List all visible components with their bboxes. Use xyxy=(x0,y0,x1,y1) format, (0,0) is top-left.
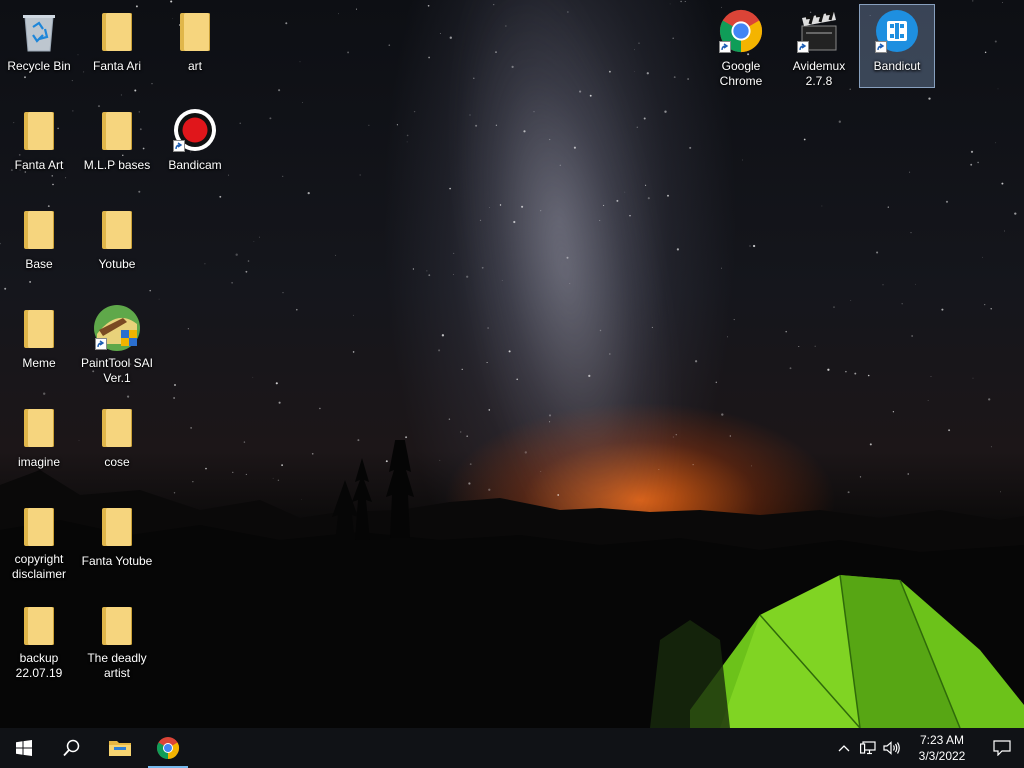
desktop-icon-label: Base xyxy=(25,257,53,271)
desktop-icon-label: Avidemux 2.7.8 xyxy=(792,59,846,88)
desktop-icon-copyright-disclaimer[interactable]: copyright disclaimer xyxy=(1,499,77,583)
desktop-icon-label: backup 22.07.19 xyxy=(15,651,63,680)
chrome-icon xyxy=(717,9,765,53)
desktop-icon-cose[interactable]: cose xyxy=(79,400,155,484)
search-button[interactable] xyxy=(48,728,96,768)
desktop-icon-label: The deadly artist xyxy=(87,651,147,680)
chrome-icon xyxy=(157,737,179,759)
folder-icon xyxy=(93,603,141,645)
avidemux-icon xyxy=(795,9,843,53)
shortcut-arrow-icon xyxy=(95,338,107,350)
desktop-icon-label: copyright disclaimer xyxy=(11,552,66,581)
desktop-icon-art[interactable]: art xyxy=(157,4,233,88)
folder-icon xyxy=(93,108,141,152)
desktop-icon-label: Google Chrome xyxy=(719,59,763,88)
show-hidden-icons-button[interactable] xyxy=(832,728,856,768)
taskbar-google-chrome[interactable] xyxy=(144,728,192,768)
folder-icon xyxy=(15,207,63,251)
shortcut-arrow-icon xyxy=(875,41,887,53)
taskbar-clock[interactable]: 7:23 AM 3/3/2022 xyxy=(904,732,980,764)
desktop-icon-imagine[interactable]: imagine xyxy=(1,400,77,484)
start-button[interactable] xyxy=(0,728,48,768)
taskbar-file-explorer[interactable] xyxy=(96,728,144,768)
network-icon xyxy=(860,741,876,755)
desktop-icon-label: Recycle Bin xyxy=(7,59,71,73)
system-tray: 7:23 AM 3/3/2022 xyxy=(832,728,1024,768)
desktop-icon-label: Fanta Art xyxy=(14,158,64,172)
painttool-sai-icon xyxy=(93,305,141,351)
desktop-icon-fanta-yotube[interactable]: Fanta Yotube xyxy=(79,499,155,583)
desktop-icon-label: Meme xyxy=(22,356,56,370)
volume-button[interactable] xyxy=(880,728,904,768)
desktop-icon-fanta-art[interactable]: Fanta Art xyxy=(1,103,77,187)
folder-icon xyxy=(15,306,63,350)
desktop-icon-google-chrome[interactable]: Google Chrome xyxy=(703,4,779,88)
desktop-icon-label: Fanta Yotube xyxy=(81,554,153,568)
desktop-icon-bandicut[interactable]: Bandicut xyxy=(859,4,935,88)
folder-icon xyxy=(171,9,219,53)
desktop-icon-painttool-sai-ver-1[interactable]: PaintTool SAI Ver.1 xyxy=(79,301,155,385)
desktop-icon-bandicam[interactable]: Bandicam xyxy=(157,103,233,187)
chevron-up-icon xyxy=(838,745,850,752)
folder-icon xyxy=(93,504,141,548)
desktop-icon-label: Yotube xyxy=(98,257,136,271)
bandicam-icon xyxy=(171,108,219,152)
desktop-icon-avidemux-2-7-8[interactable]: Avidemux 2.7.8 xyxy=(781,4,857,88)
desktop-icon-label: imagine xyxy=(17,455,61,469)
folder-icon xyxy=(15,504,63,546)
folder-icon xyxy=(93,9,141,53)
desktop-icon-m-l-p-bases[interactable]: M.L.P bases xyxy=(79,103,155,187)
desktop-icon-the-deadly-artist[interactable]: The deadly artist xyxy=(79,598,155,682)
shortcut-arrow-icon xyxy=(797,41,809,53)
desktop-icon-base[interactable]: Base xyxy=(1,202,77,286)
clock-time: 7:23 AM xyxy=(919,733,965,747)
shortcut-arrow-icon xyxy=(173,140,185,152)
recycle-bin-icon xyxy=(15,9,63,53)
clock-date: 3/3/2022 xyxy=(918,749,966,763)
desktop-icon-label: Fanta Ari xyxy=(92,59,142,73)
action-center-button[interactable] xyxy=(980,728,1024,768)
bandicut-icon xyxy=(873,9,921,53)
folder-icon xyxy=(93,405,141,449)
desktop-icon-label: PaintTool SAI Ver.1 xyxy=(80,356,154,385)
desktop-icon-backup-22-07-19[interactable]: backup 22.07.19 xyxy=(1,598,77,682)
desktop-icon-label: M.L.P bases xyxy=(83,158,151,172)
folder-icon xyxy=(15,405,63,449)
desktop-icon-meme[interactable]: Meme xyxy=(1,301,77,385)
folder-icon xyxy=(15,603,63,645)
folder-icon xyxy=(15,108,63,152)
windows-logo-icon xyxy=(16,740,32,756)
desktop-icon-label: cose xyxy=(104,455,130,469)
search-icon xyxy=(63,739,80,757)
network-button[interactable] xyxy=(856,728,880,768)
desktop-icon-recycle-bin[interactable]: Recycle Bin xyxy=(1,4,77,88)
desktop-icon-fanta-ari[interactable]: Fanta Ari xyxy=(79,4,155,88)
shortcut-arrow-icon xyxy=(719,41,731,53)
volume-icon xyxy=(883,741,900,755)
notification-icon xyxy=(993,740,1011,756)
folder-icon xyxy=(109,741,131,756)
desktop-icon-label: Bandicam xyxy=(168,158,222,172)
folder-icon xyxy=(93,207,141,251)
desktop-icon-yotube[interactable]: Yotube xyxy=(79,202,155,286)
desktop-icon-label: Bandicut xyxy=(873,59,921,73)
desktop-icon-label: art xyxy=(187,59,202,73)
taskbar: 7:23 AM 3/3/2022 xyxy=(0,728,1024,768)
